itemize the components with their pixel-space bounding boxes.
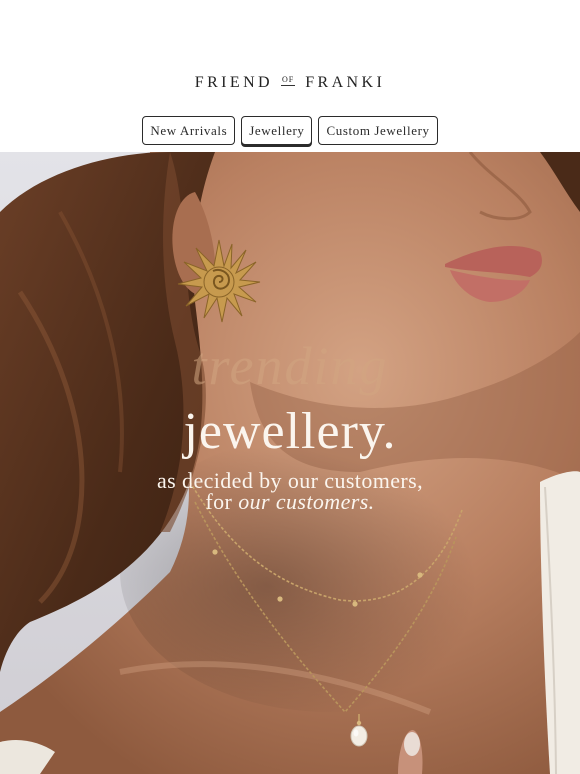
logo-word-of: OF [280, 75, 296, 86]
nav-custom-jewellery-button[interactable]: Custom Jewellery [318, 116, 438, 145]
nav-jewellery-button[interactable]: Jewellery [241, 116, 313, 145]
headline-jewellery: jewellery. [183, 403, 397, 460]
nav-bar: New Arrivals Jewellery Custom Jewellery [0, 116, 580, 145]
hero-photo [0, 152, 580, 774]
logo-word-franki: FRANKI [305, 74, 386, 91]
email-header: FRIEND OF FRANKI New Arrivals Jewellery Cu… [0, 0, 580, 152]
subheadline-line-2: for our customers. [0, 489, 580, 515]
nav-new-arrivals-button[interactable]: New Arrivals [142, 116, 236, 145]
subheadline-prefix: for [205, 489, 239, 514]
brand-logo[interactable]: FRIEND OF FRANKI [0, 74, 580, 92]
logo-word-friend: FRIEND [194, 74, 273, 91]
pearl-pendant-icon [350, 714, 368, 747]
sun-earring-icon [177, 239, 261, 323]
hero-banner[interactable]: trending jewellery. as decided by our cu… [0, 152, 580, 774]
subheadline-emphasis: our customers. [238, 489, 375, 514]
headline-trending: trending [191, 336, 389, 396]
